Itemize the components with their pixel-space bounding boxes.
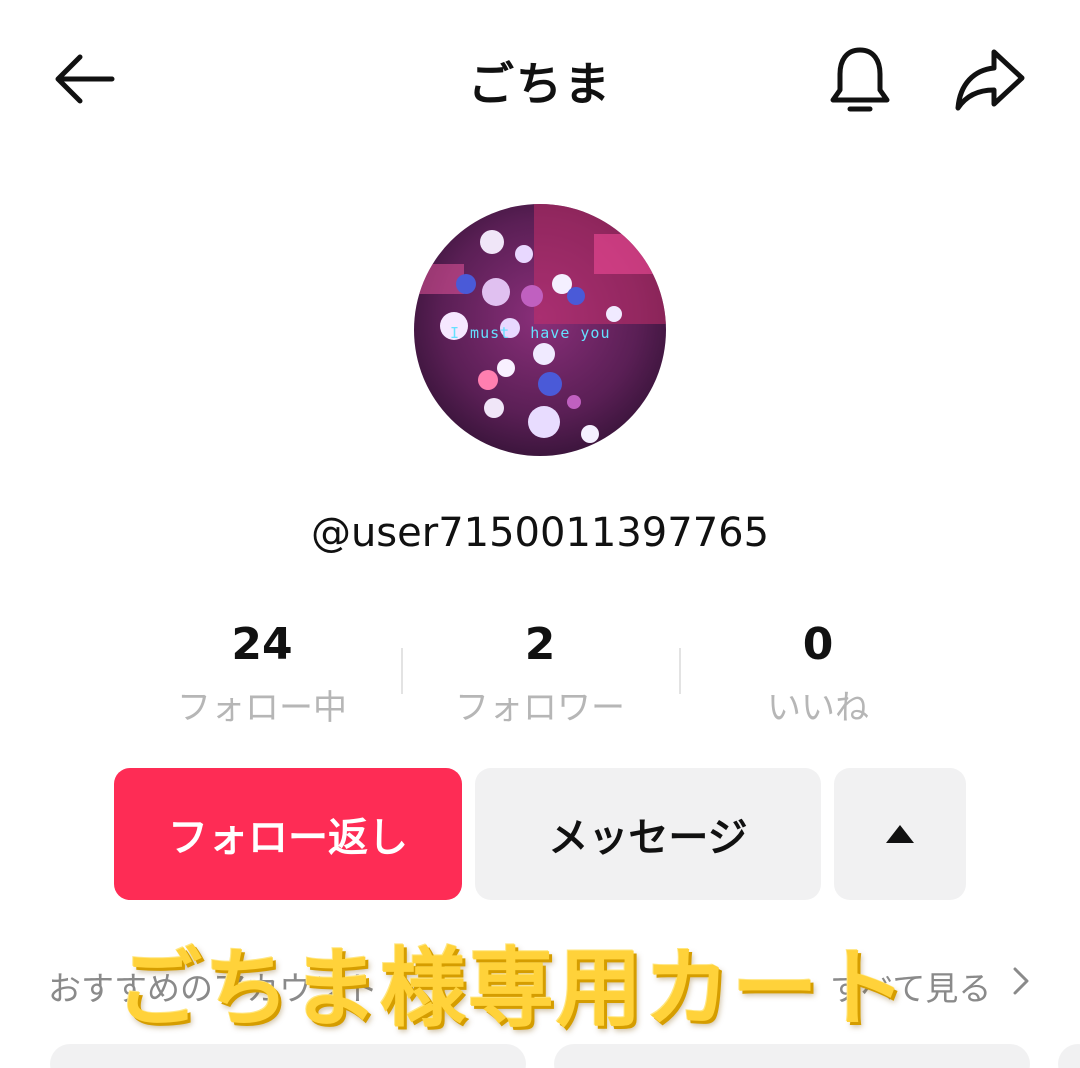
suggested-account-card[interactable] [50, 1044, 526, 1068]
bell-icon [830, 47, 890, 112]
stat-value: 24 [231, 619, 293, 670]
share-button[interactable] [948, 40, 1032, 120]
suggested-account-card[interactable] [554, 1044, 1030, 1068]
suggested-toggle-button[interactable] [834, 768, 966, 900]
stat-label: フォロワー [455, 688, 625, 728]
stat-followers[interactable]: 2 フォロワー [400, 618, 680, 732]
stat-following[interactable]: 24 フォロー中 [122, 618, 402, 732]
suggested-account-card[interactable] [1058, 1044, 1080, 1068]
stat-label: フォロー中 [177, 688, 347, 728]
stat-likes[interactable]: 0 いいね [678, 618, 958, 732]
top-bar: ごちま [0, 0, 1080, 160]
back-button[interactable] [44, 44, 124, 114]
message-button[interactable]: メッセージ [475, 768, 821, 900]
username: @user7150011397765 [310, 510, 770, 556]
back-arrow-icon [55, 54, 115, 104]
notification-button[interactable] [820, 40, 900, 120]
stat-value: 0 [802, 619, 834, 670]
stat-label: いいね [767, 688, 869, 728]
avatar-caption: I must have you [450, 324, 611, 342]
follow-back-button[interactable]: フォロー返し [114, 768, 462, 900]
stat-value: 2 [524, 619, 556, 670]
overlay-banner: ごちま様専用カート [116, 939, 908, 1039]
share-icon [955, 49, 1025, 111]
page-title: ごちま [468, 57, 612, 111]
avatar[interactable]: I must have you [414, 204, 666, 456]
triangle-up-icon [886, 825, 914, 843]
